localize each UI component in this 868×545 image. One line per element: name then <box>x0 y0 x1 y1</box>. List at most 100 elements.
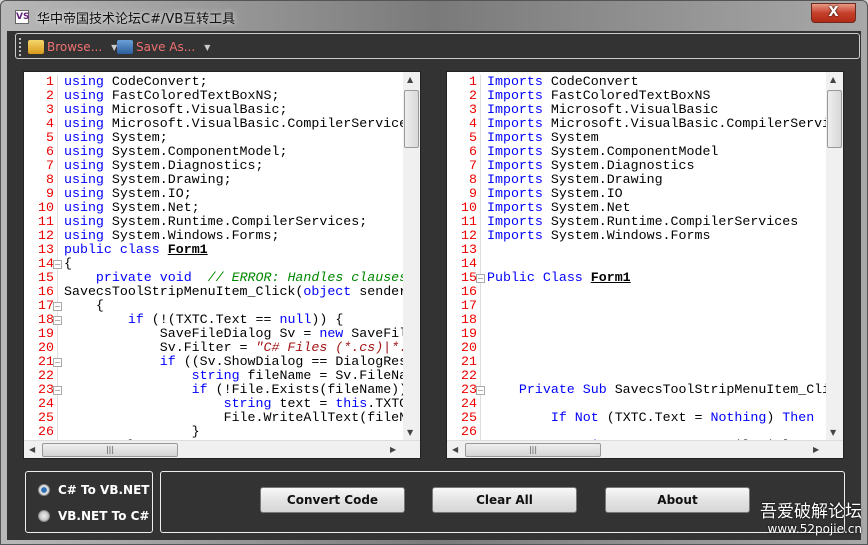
browse-button[interactable]: Browse... ▼ <box>28 37 117 57</box>
code-line[interactable]: 21 <box>447 355 828 369</box>
code-line[interactable]: 11 using System.Runtime.CompilerServices; <box>24 215 405 229</box>
code-line[interactable]: 3 using Microsoft.VisualBasic; <box>24 103 405 117</box>
code-line[interactable]: 4 using Microsoft.VisualBasic.CompilerSer… <box>24 117 405 131</box>
csharp-code-editor[interactable]: 1 using CodeConvert; 2 using FastColoredTex… <box>23 71 421 459</box>
title-bar[interactable]: VS 华中帝国技术论坛C#/VB互转工具 X <box>1 1 867 31</box>
scroll-left-icon[interactable]: ◀ <box>29 445 35 454</box>
scroll-up-icon[interactable]: ▲ <box>407 75 413 84</box>
radio-vbnet-to-csharp[interactable]: VB.NET To C# <box>38 509 149 523</box>
code-line[interactable]: 24 string text = this.TXTC <box>24 397 405 411</box>
code-line[interactable]: 14 <box>447 257 828 271</box>
code-line[interactable]: 26 <box>447 425 828 439</box>
scroll-thumb[interactable] <box>404 90 419 148</box>
scroll-left-icon[interactable]: ◀ <box>452 445 458 454</box>
code-line[interactable]: 1 Imports CodeConvert <box>447 75 828 89</box>
code-line[interactable]: 17 <box>447 299 828 313</box>
code-line[interactable]: 19 <box>447 327 828 341</box>
code-line[interactable]: 25 If Not (TXTC.Text = Nothing) Then <box>447 411 828 425</box>
code-line[interactable]: 20 <box>447 341 828 355</box>
code-line[interactable]: 22 <box>447 369 828 383</box>
code-token: Sv.Filter = <box>64 340 256 355</box>
fold-toggle-icon[interactable]: − <box>53 302 62 311</box>
code-token: System.Windows.Forms <box>542 228 711 243</box>
scroll-up-icon[interactable]: ▲ <box>830 75 836 84</box>
fold-toggle-icon[interactable]: − <box>476 386 485 395</box>
scroll-right-icon[interactable]: ▶ <box>813 445 819 454</box>
code-line[interactable]: 26 } <box>24 425 405 439</box>
code-line[interactable]: 5 using System; <box>24 131 405 145</box>
code-line[interactable]: 5 Imports System <box>447 131 828 145</box>
code-line[interactable]: 1 using CodeConvert; <box>24 75 405 89</box>
code-line[interactable]: 6 Imports System.ComponentModel <box>447 145 828 159</box>
radio-csharp-to-vbnet[interactable]: C# To VB.NET <box>38 483 149 497</box>
scroll-right-icon[interactable]: ▶ <box>390 445 396 454</box>
code-line[interactable]: 10 using System.Net; <box>24 201 405 215</box>
code-line[interactable]: 15 Public Class Form1 − <box>447 271 828 285</box>
code-line[interactable]: 8 using System.Drawing; <box>24 173 405 187</box>
toolbar-grip[interactable] <box>19 38 21 56</box>
scroll-thumb[interactable]: ||| <box>42 443 178 457</box>
code-line[interactable]: 24 <box>447 397 828 411</box>
code-line[interactable]: 25 File.WriteAllText(fileName <box>24 411 405 425</box>
code-line[interactable]: 11 Imports System.Runtime.CompilerService… <box>447 215 828 229</box>
convert-code-button[interactable]: Convert Code <box>260 487 405 513</box>
code-token: File.WriteAllText(fileName <box>64 410 405 425</box>
code-line[interactable]: 19 SaveFileDialog Sv = new SaveFileDialo… <box>24 327 405 341</box>
close-button[interactable]: X <box>811 3 856 23</box>
code-lines[interactable]: 1 Imports CodeConvert 2 Imports FastColored… <box>447 75 828 441</box>
fold-toggle-icon[interactable]: − <box>53 358 62 367</box>
code-line[interactable]: 18 <box>447 313 828 327</box>
code-line[interactable]: 8 Imports System.Drawing <box>447 173 828 187</box>
code-line[interactable]: 16 SavecsToolStripMenuItem_Click(object s… <box>24 285 405 299</box>
fold-toggle-icon[interactable]: − <box>53 386 62 395</box>
floppy-disk-icon <box>117 40 133 54</box>
scroll-thumb[interactable]: ||| <box>465 443 601 457</box>
code-token: System.Net; <box>103 200 200 215</box>
vbnet-code-editor[interactable]: 1 Imports CodeConvert 2 Imports FastColored… <box>446 71 844 459</box>
fold-toggle-icon[interactable]: − <box>53 260 62 269</box>
code-line[interactable]: 23 Private Sub SavecsToolStripMenuItem_C… <box>447 383 828 397</box>
code-line[interactable]: 13 public class Form1 <box>24 243 405 257</box>
save-as-button[interactable]: Save As... ▼ <box>117 37 210 57</box>
code-line[interactable]: 2 using FastColoredTextBoxNS; <box>24 89 405 103</box>
code-line[interactable]: 22 string fileName = Sv.FileName <box>24 369 405 383</box>
code-line[interactable]: 17 {− <box>24 299 405 313</box>
code-token: using <box>64 214 104 229</box>
scroll-down-icon[interactable]: ▼ <box>830 428 836 437</box>
code-token: System.Drawing; <box>103 172 232 187</box>
code-line[interactable]: 20 Sv.Filter = "C# Files (*.cs)|*.cs" <box>24 341 405 355</box>
code-lines[interactable]: 1 using CodeConvert; 2 using FastColoredTex… <box>24 75 405 441</box>
code-line[interactable]: 13 <box>447 243 828 257</box>
about-button[interactable]: About <box>605 487 750 513</box>
code-line[interactable]: 12 Imports System.Windows.Forms <box>447 229 828 243</box>
vertical-scrollbar[interactable]: ▲ ▼ <box>826 72 843 442</box>
code-line[interactable]: 7 using System.Diagnostics; <box>24 159 405 173</box>
horizontal-scrollbar[interactable]: ◀ ||| ▶ <box>447 440 843 458</box>
code-token: class <box>119 242 160 257</box>
vertical-scrollbar[interactable]: ▲ ▼ <box>403 72 420 442</box>
code-line[interactable]: 2 Imports FastColoredTextBoxNS <box>447 89 828 103</box>
code-line[interactable]: 4 Imports Microsoft.VisualBasic.CompilerS… <box>447 117 828 131</box>
code-line[interactable]: 23 if (!File.Exists(fileName)) − <box>24 383 405 397</box>
code-line[interactable]: 10 Imports System.Net <box>447 201 828 215</box>
code-line[interactable]: 15 private void // ERROR: Handles clause… <box>24 271 405 285</box>
code-line[interactable]: 3 Imports Microsoft.VisualBasic <box>447 103 828 117</box>
clear-all-button[interactable]: Clear All <box>432 487 577 513</box>
code-line[interactable]: 14 {− <box>24 257 405 271</box>
code-line[interactable]: 21 if ((Sv.ShowDialog == DialogResult − <box>24 355 405 369</box>
fold-toggle-icon[interactable]: − <box>53 316 62 325</box>
horizontal-scrollbar[interactable]: ◀ ||| ▶ <box>24 440 420 458</box>
radio-unselected-icon[interactable] <box>38 510 50 522</box>
code-line[interactable]: 16 <box>447 285 828 299</box>
code-line[interactable]: 7 Imports System.Diagnostics <box>447 159 828 173</box>
radio-selected-icon[interactable] <box>38 484 50 496</box>
code-line[interactable]: 9 using System.IO; <box>24 187 405 201</box>
fold-toggle-icon[interactable]: − <box>476 274 485 283</box>
code-line[interactable]: 9 Imports System.IO <box>447 187 828 201</box>
code-line[interactable]: 12 using System.Windows.Forms; <box>24 229 405 243</box>
code-line[interactable]: 6 using System.ComponentModel; <box>24 145 405 159</box>
scroll-down-icon[interactable]: ▼ <box>407 428 413 437</box>
chevron-down-icon[interactable]: ▼ <box>204 43 210 52</box>
code-line[interactable]: 18 if (!(TXTC.Text == null)) {− <box>24 313 405 327</box>
scroll-thumb[interactable] <box>827 90 842 148</box>
